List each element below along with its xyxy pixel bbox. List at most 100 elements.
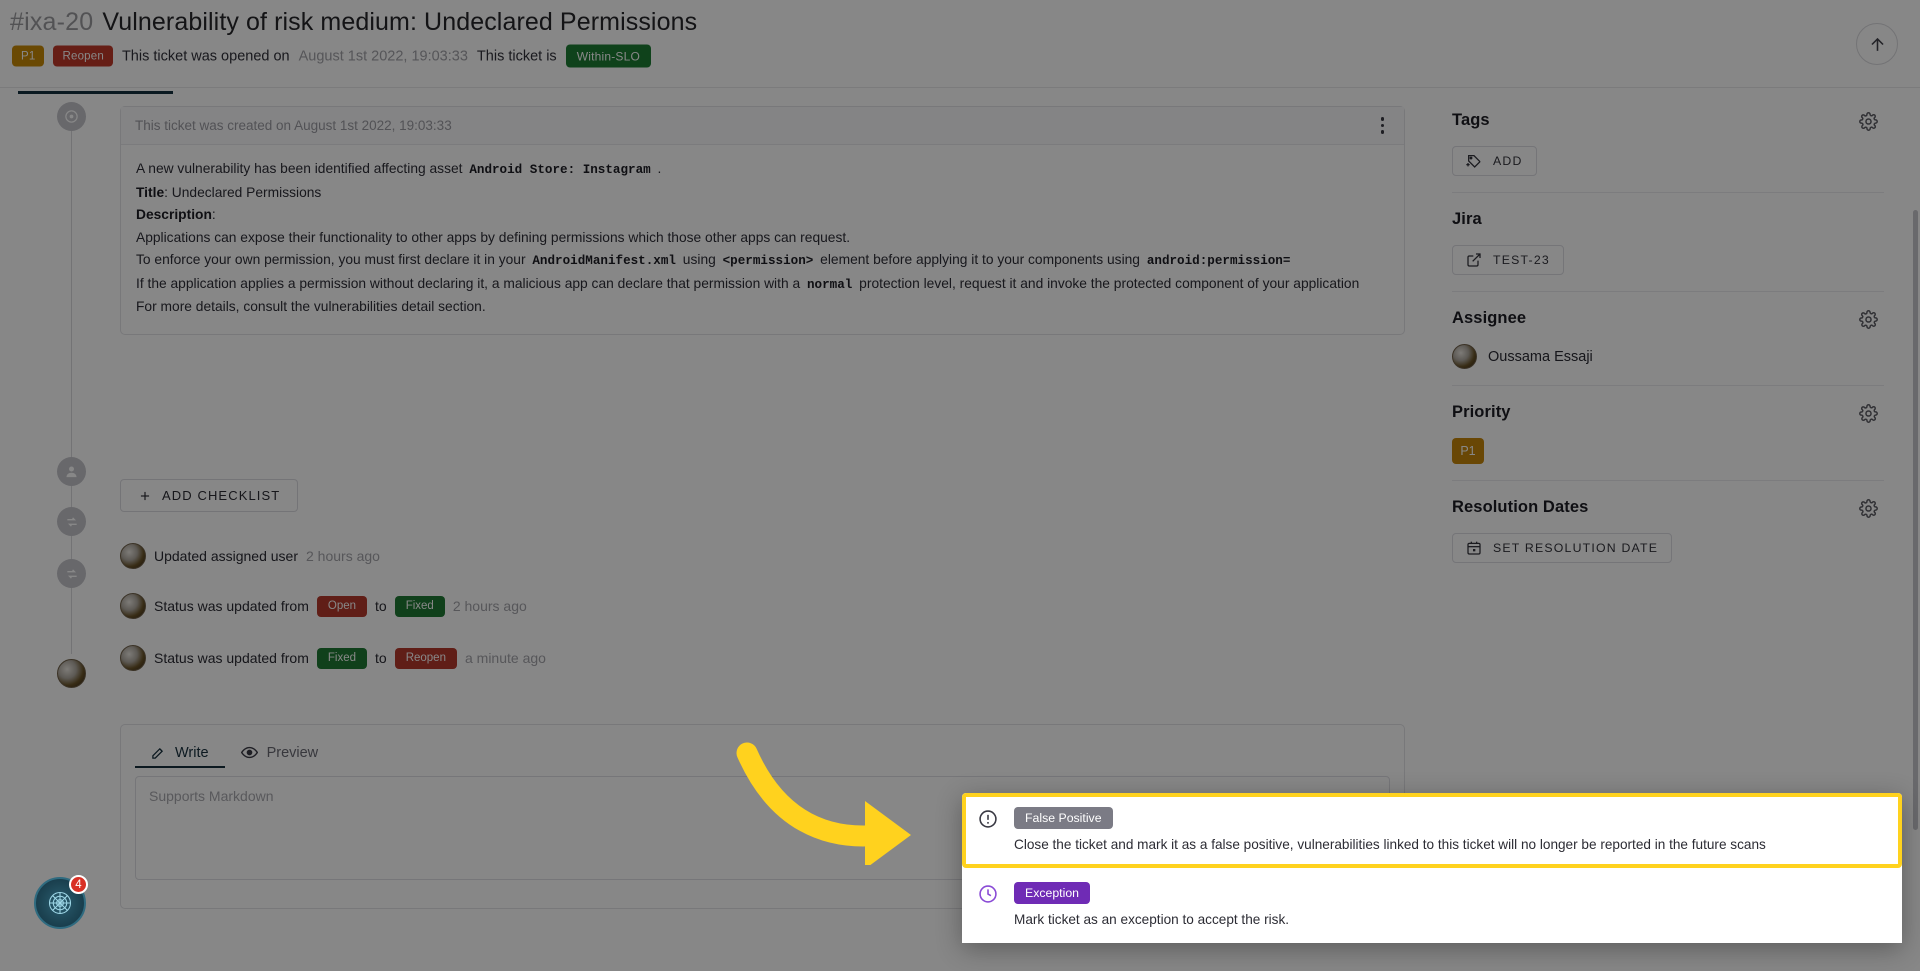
- timeline-node-assign: [57, 457, 86, 486]
- sidebar-section: PriorityP1: [1452, 386, 1884, 481]
- assignee-row[interactable]: Oussama Essaji: [1452, 344, 1884, 369]
- page-scrollbar[interactable]: [1913, 210, 1918, 830]
- tab-write[interactable]: Write: [135, 737, 225, 768]
- description-line: If the application applies a permission …: [136, 273, 1389, 297]
- sidebar-section: Tags ADD: [1452, 94, 1884, 193]
- external-link-icon: [1466, 252, 1482, 268]
- description-text: using: [679, 252, 720, 267]
- description-text: A new vulnerability has been identified …: [136, 161, 466, 176]
- avatar: [120, 645, 146, 671]
- sidebar-section-title: Assignee: [1452, 309, 1884, 328]
- dropdown-item-badge: Exception: [1014, 882, 1090, 904]
- ticket-meta: P1 Reopen This ticket was opened on Augu…: [12, 45, 651, 68]
- description-text: Applications can expose their functional…: [136, 230, 850, 245]
- gear-icon[interactable]: [1859, 310, 1878, 329]
- person-icon: [64, 464, 79, 479]
- ticket-header: #ixa-20 Vulnerability of risk medium: Un…: [0, 0, 1920, 88]
- activity-row: Status was updated from Fixedto Reopen a mi…: [120, 645, 546, 671]
- ticket-action-dropdown: False Positive Close the ticket and mark …: [962, 793, 1902, 943]
- status-badge-to: Reopen: [395, 648, 457, 669]
- dropdown-item-body: Exception Mark ticket as an exception to …: [1014, 882, 1289, 929]
- ticket-created-text: This ticket was created on August 1st 20…: [135, 118, 452, 133]
- timeline-node-created: [57, 102, 86, 131]
- header-status-badge: Reopen: [53, 46, 112, 67]
- sidebar-section-title: Tags: [1452, 111, 1884, 130]
- ticket-title: Vulnerability of risk medium: Undeclared…: [102, 8, 697, 37]
- sidebar-action-label: ADD: [1493, 154, 1523, 168]
- tab-write-label: Write: [175, 745, 209, 761]
- gear-icon[interactable]: [1859, 404, 1878, 423]
- kebab-menu-icon[interactable]: [1377, 113, 1389, 138]
- timeline-node-status-2: [57, 559, 86, 588]
- avatar: [120, 593, 146, 619]
- ticket-description-body: A new vulnerability has been identified …: [121, 145, 1404, 334]
- dropdown-item-description: Close the ticket and mark it as a false …: [1014, 835, 1766, 854]
- activity-text-mid: to: [375, 598, 387, 614]
- sidebar-section: JiraTEST-23: [1452, 193, 1884, 292]
- tag-plus-icon: [1466, 153, 1482, 169]
- composer-avatar: [57, 659, 86, 688]
- activity-time: 2 hours ago: [306, 548, 380, 564]
- sidebar-action-label: SET RESOLUTION DATE: [1493, 541, 1658, 555]
- sidebar-action-label: TEST-23: [1493, 253, 1550, 267]
- sidebar-section-title: Resolution Dates: [1452, 498, 1884, 517]
- dropdown-item-body: False Positive Close the ticket and mark …: [1014, 807, 1766, 854]
- status-badge-from: Fixed: [317, 648, 367, 669]
- dropdown-item[interactable]: False Positive Close the ticket and mark …: [962, 793, 1902, 868]
- description-text: normal: [804, 278, 855, 292]
- description-text: .: [654, 161, 662, 176]
- description-line: For more details, consult the vulnerabil…: [136, 296, 1389, 319]
- description-text: Android Store: Instagram: [466, 163, 653, 177]
- tab-preview[interactable]: Preview: [225, 737, 335, 768]
- sidebar-action-button[interactable]: TEST-23: [1452, 245, 1564, 275]
- dropdown-item-icon: [978, 809, 998, 834]
- description-line: Description:: [136, 204, 1389, 227]
- status-icon: [65, 567, 79, 581]
- arrow-up-icon: [1868, 35, 1887, 54]
- sidebar-action-button[interactable]: ADD: [1452, 146, 1537, 176]
- scroll-to-top-button[interactable]: [1856, 23, 1898, 65]
- ticket-id: #ixa-20: [10, 8, 93, 37]
- sidebar-section: Resolution Dates SET RESOLUTION DATE: [1452, 481, 1884, 579]
- status-badge-to: Fixed: [395, 596, 445, 617]
- tab-preview-label: Preview: [267, 745, 319, 761]
- activity-text-mid: to: [375, 650, 387, 666]
- description-line: Title: Undeclared Permissions: [136, 182, 1389, 205]
- pencil-icon: [151, 745, 166, 760]
- activity-row: Status was updated fromOpentoFixed2 hour…: [120, 593, 527, 619]
- status-icon: [65, 515, 79, 529]
- dropdown-item-description: Mark ticket as an exception to accept th…: [1014, 910, 1289, 929]
- assignee-name: Oussama Essaji: [1488, 349, 1593, 365]
- activity-row: Updated assigned user2 hours ago: [120, 543, 380, 569]
- sidebar-action-button[interactable]: SET RESOLUTION DATE: [1452, 533, 1672, 563]
- activity-time: a minute ago: [465, 650, 546, 666]
- description-line: A new vulnerability has been identified …: [136, 158, 1389, 182]
- opened-date: August 1st 2022, 19:03:33: [299, 48, 468, 64]
- dropdown-item-badge: False Positive: [1014, 807, 1113, 829]
- description-text: element before applying it to your compo…: [816, 252, 1144, 267]
- gear-icon[interactable]: [1859, 112, 1878, 131]
- add-checklist-button[interactable]: ADD CHECKLIST: [120, 479, 298, 512]
- description-text: :: [212, 207, 216, 222]
- calendar-icon: [1466, 540, 1482, 556]
- activity-text: Status was updated from: [154, 650, 309, 666]
- header-priority-badge: P1: [12, 46, 44, 67]
- description-text: For more details, consult the vulnerabil…: [136, 299, 486, 314]
- description-text: Description: [136, 207, 212, 222]
- status-badge-slo: Within-SLO: [566, 45, 651, 68]
- dropdown-item[interactable]: Exception Mark ticket as an exception to …: [962, 868, 1902, 943]
- ticket-description-card: This ticket was created on August 1st 20…: [120, 106, 1405, 335]
- eye-icon: [241, 744, 258, 761]
- composer-tabs: Write Preview: [121, 725, 1404, 768]
- priority-badge: P1: [1452, 438, 1484, 464]
- gear-icon[interactable]: [1859, 499, 1878, 518]
- description-line: To enforce your own permission, you must…: [136, 249, 1389, 273]
- assistant-fab[interactable]: 4: [34, 877, 86, 929]
- description-text: protection level, request it and invoke …: [855, 276, 1359, 291]
- timeline-node-status-1: [57, 507, 86, 536]
- description-text: If the application applies a permission …: [136, 276, 804, 291]
- card-header: This ticket was created on August 1st 20…: [121, 107, 1404, 145]
- alert-clock-icon: [978, 884, 998, 904]
- sidebar-section: Assignee Oussama Essaji: [1452, 292, 1884, 386]
- page-title: #ixa-20 Vulnerability of risk medium: Un…: [10, 8, 697, 37]
